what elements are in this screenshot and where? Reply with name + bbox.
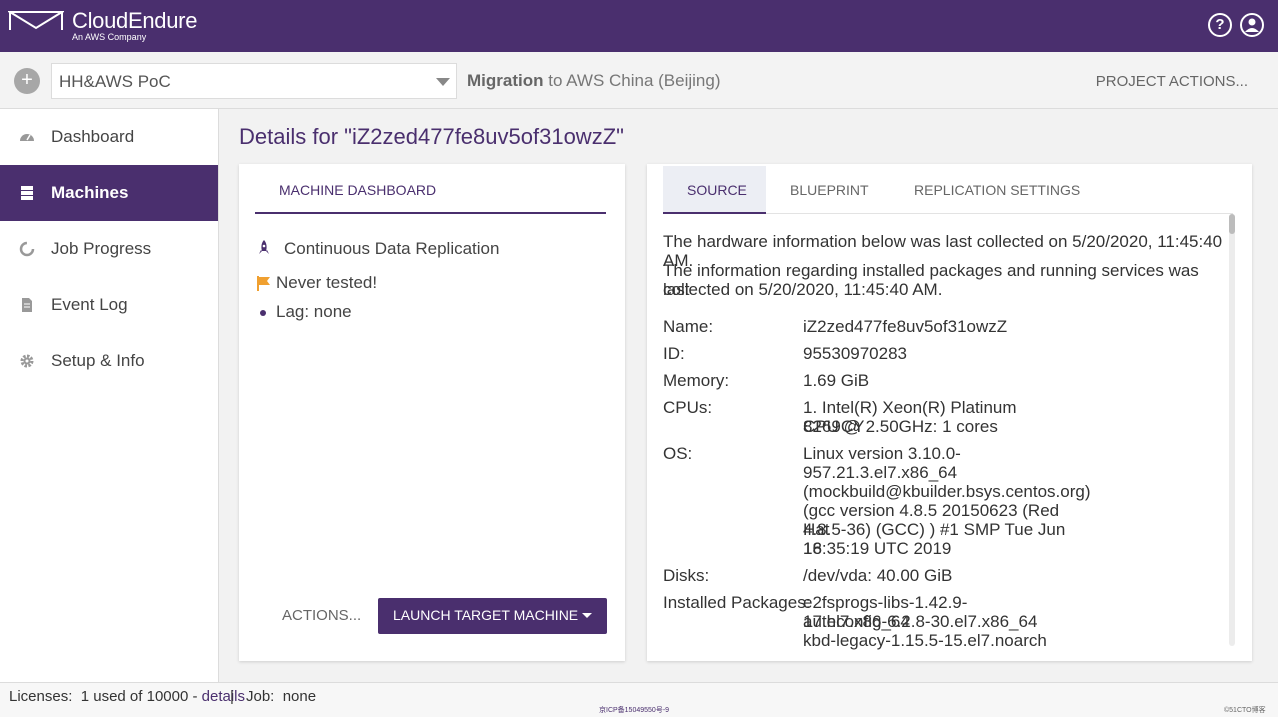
flag-icon [257, 276, 270, 291]
cpus-key: CPUs: [663, 398, 713, 417]
package-item: kbd-legacy-1.15.5-15.el7.noarch [803, 631, 1047, 650]
add-project-button[interactable]: + [14, 68, 40, 94]
name-value: iZ2zed477fe8uv5of31owzZ [803, 317, 1008, 336]
project-select-value: HH&AWS PoC [59, 72, 171, 91]
project-actions-button[interactable]: PROJECT ACTIONS... [1096, 73, 1248, 90]
rocket-icon [259, 240, 269, 254]
machine-details-card: SOURCE BLUEPRINT REPLICATION SETTINGS Th… [647, 164, 1252, 661]
tab-label: SOURCE [687, 182, 747, 198]
tab-label: BLUEPRINT [790, 182, 869, 198]
sidebar-item-label: Machines [51, 183, 129, 202]
progress-icon [19, 241, 35, 257]
test-status-text: Never tested! [276, 273, 378, 292]
sidebar-item-dashboard[interactable]: Dashboard [0, 109, 218, 165]
source-details: The hardware information below was last … [663, 214, 1225, 654]
footer: Licenses: 1 used of 10000 - details | Jo… [0, 682, 1278, 717]
name-key: Name: [663, 317, 714, 336]
licenses-value: 1 used of 10000 - [80, 688, 202, 705]
tab-label: REPLICATION SETTINGS [914, 182, 1081, 198]
installed-packages-key: Installed Packages: [663, 593, 811, 612]
packages-note-line2: collected on 5/20/2020, 11:45:40 AM. [663, 280, 943, 299]
sidebar-item-setup-info[interactable]: Setup & Info [0, 333, 218, 389]
disks-value: /dev/vda: 40.00 GiB [803, 566, 953, 585]
sidebar-item-label: Event Log [51, 295, 128, 314]
launch-button-label: LAUNCH TARGET MACHINE [393, 607, 579, 623]
package-item: authconfig-6.2.8-30.el7.x86_64 [803, 612, 1038, 631]
migration-label-strong: Migration [467, 71, 544, 90]
sidebar-item-label: Setup & Info [51, 351, 145, 370]
replication-status-text: Continuous Data Replication [284, 239, 500, 258]
disks-key: Disks: [663, 566, 710, 585]
brand-tagline: An AWS Company [72, 32, 147, 42]
project-select[interactable]: HH&AWS PoC [51, 63, 457, 99]
document-icon [22, 298, 32, 312]
chevron-down-icon [436, 78, 450, 86]
caret-down-icon[interactable] [582, 613, 592, 618]
sidebar: Dashboard Machines Job Progress Event Lo… [0, 109, 219, 682]
logo-mark-icon [8, 11, 64, 30]
os-value-line6: 16:35:19 UTC 2019 [803, 539, 952, 558]
speedometer-icon [20, 134, 34, 141]
memory-value: 1.69 GiB [803, 371, 870, 390]
user-circle-icon[interactable] [1240, 13, 1264, 37]
os-value-line1: Linux version 3.10.0- [803, 444, 961, 463]
actions-button[interactable]: ACTIONS... [282, 607, 361, 624]
os-key: OS: [663, 444, 693, 463]
job-value: none [282, 688, 317, 705]
lag-status-text: Lag: none [276, 302, 352, 321]
icp-license-link[interactable]: 京ICP备15049550号-9 [599, 705, 669, 715]
job-label: Job: [246, 688, 275, 705]
details-tabs: SOURCE BLUEPRINT REPLICATION SETTINGS [663, 166, 1233, 214]
plus-icon: + [21, 69, 33, 91]
id-key: ID: [663, 344, 685, 363]
licenses-details-link[interactable]: details [202, 688, 245, 705]
sidebar-item-job-progress[interactable]: Job Progress [0, 221, 218, 277]
details-scrollbar[interactable] [1229, 214, 1235, 646]
footer-separator: | [230, 688, 234, 705]
sidebar-item-machines[interactable]: Machines [0, 165, 218, 221]
os-value-line2: 957.21.3.el7.x86_64 [803, 463, 958, 482]
gear-icon [20, 354, 34, 368]
server-icon [21, 186, 33, 200]
sidebar-item-label: Dashboard [51, 127, 135, 146]
cpus-value-line2: CPU @ 2.50GHz: 1 cores [803, 417, 998, 436]
page-title: Details for "iZ2zed477fe8uv5of31owzZ" [239, 124, 624, 149]
migration-label: Migration to AWS China (Beijing) [467, 71, 721, 91]
top-bar: CloudEndure An AWS Company ? [0, 0, 1278, 52]
id-value: 95530970283 [803, 344, 908, 363]
tab-replication-settings[interactable]: REPLICATION SETTINGS [890, 166, 1090, 214]
tab-source[interactable]: SOURCE [663, 166, 766, 214]
os-value-line3: (mockbuild@kbuilder.bsys.centos.org) [803, 482, 1091, 501]
brand-name: CloudEndure [72, 8, 198, 33]
dot-icon [260, 310, 266, 316]
tab-blueprint[interactable]: BLUEPRINT [766, 166, 890, 214]
help-circle-icon[interactable]: ? [1208, 13, 1232, 37]
licenses-status: Licenses: 1 used of 10000 - details [9, 688, 245, 705]
migration-label-rest: to AWS China (Beijing) [543, 71, 721, 90]
scrollbar-thumb[interactable] [1229, 214, 1235, 234]
cloudendure-logo[interactable]: CloudEndure An AWS Company [8, 8, 208, 46]
watermark: ©51CTO博客 [1224, 707, 1266, 714]
project-bar: + HH&AWS PoC Migration to AWS China (Bei… [0, 52, 1278, 109]
sidebar-item-event-log[interactable]: Event Log [0, 277, 218, 333]
memory-key: Memory: [663, 371, 730, 390]
tab-label: MACHINE DASHBOARD [279, 182, 437, 198]
machine-dashboard-card: MACHINE DASHBOARD Continuous Data Replic… [239, 164, 625, 661]
job-status: Job: none [246, 688, 316, 705]
tab-machine-dashboard[interactable]: MACHINE DASHBOARD [255, 164, 606, 214]
sidebar-item-label: Job Progress [51, 239, 152, 258]
licenses-label: Licenses: [9, 688, 73, 705]
launch-target-machine-button[interactable]: LAUNCH TARGET MACHINE [378, 598, 607, 634]
